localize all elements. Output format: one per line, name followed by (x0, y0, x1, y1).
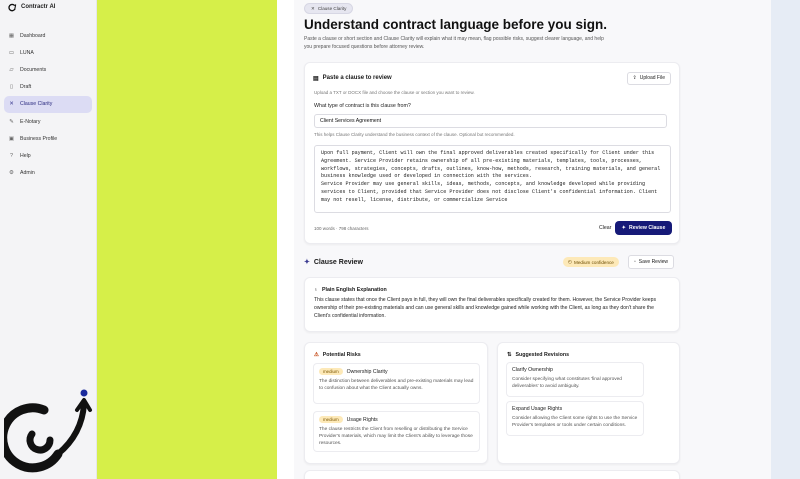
brand[interactable]: Contractr AI (0, 0, 96, 14)
sidebar-item-documents[interactable]: ▱ Documents (4, 61, 92, 78)
briefcase-icon: ▣ (8, 135, 15, 142)
revision-item: Expand Usage Rights Consider allowing th… (506, 401, 644, 436)
decorative-panel (97, 0, 277, 479)
upload-hint: Upload a TXT or DOCX file and choose the… (314, 90, 475, 95)
sidebar-item-luna[interactable]: ▭ LUNA (4, 44, 92, 61)
save-icon: ▫ (634, 259, 636, 265)
sidebar-item-clause-clarity[interactable]: ✕ Clause Clarity (4, 95, 92, 113)
main-content: ✕ Clause Clarity Understand contract lan… (294, 0, 771, 479)
revision-description: Consider specifying what constitutes 'fi… (512, 377, 622, 389)
explanation-card: ♁ Plain English Explanation This clause … (304, 277, 680, 332)
risks-title-text: Potential Risks (322, 352, 361, 358)
decorative-gap (277, 0, 294, 479)
sparkle-icon: ✕ (9, 101, 14, 108)
clock-icon: ◴ (568, 259, 573, 264)
potential-risks-card: ⚠ Potential Risks medium Ownership Clari… (304, 342, 488, 464)
help-icon: ? (9, 152, 14, 159)
grid-icon: ▦ (8, 32, 15, 39)
document-icon: ▤ (313, 75, 319, 82)
lightbulb-icon: ♁ (314, 287, 318, 293)
save-review-label: Save Review (638, 259, 668, 265)
risk-level-badge: medium (319, 368, 343, 375)
clause-review-title-text: Clause Review (313, 258, 363, 266)
review-clause-button[interactable]: ✦ Review Clause (615, 221, 672, 235)
risk-title: Usage Rights (346, 416, 378, 423)
sidebar-item-label: Help (20, 152, 31, 159)
refresh-icon: ⇅ (507, 352, 512, 358)
contract-type-hint: This helps Clause Clarity understand the… (314, 132, 515, 137)
upload-file-label: Upload File (639, 75, 665, 81)
paste-clause-card: ▤ Paste a clause to review ⇪ Upload File… (304, 62, 680, 244)
revision-title: Clarify Ownership (512, 367, 553, 373)
sidebar-item-label: Business Profile (20, 135, 58, 142)
revision-item: Clarify Ownership Consider specifying wh… (506, 362, 644, 397)
brand-name: Contractr AI (21, 4, 56, 10)
suggested-revisions-card: ⇅ Suggested Revisions Clarify Ownership … (497, 342, 680, 464)
brand-logo-large-icon (4, 389, 92, 473)
sparkle-icon: ✦ (304, 259, 310, 266)
brand-logo-icon (8, 3, 17, 11)
warning-icon: ⚠ (314, 352, 319, 358)
explanation-title-text: Plain English Explanation (321, 287, 387, 293)
revisions-title: ⇅ Suggested Revisions (498, 343, 679, 358)
sidebar-item-help[interactable]: ? Help (4, 147, 92, 164)
risk-item: medium Ownership Clarity The distinction… (313, 363, 480, 404)
sparkle-icon: ✕ (311, 5, 315, 11)
sidebar-item-admin[interactable]: ⚙ Admin (4, 165, 92, 182)
pen-icon: ✎ (9, 118, 14, 125)
sidebar-item-business-profile[interactable]: ▣ Business Profile (4, 130, 92, 147)
risks-title: ⚠ Potential Risks (305, 343, 487, 358)
sidebar-item-label: Draft (20, 84, 32, 91)
sidebar: Contractr AI ▦ Dashboard ▭ LUNA ▱ Docume… (0, 0, 97, 479)
risk-level-badge: medium (319, 416, 343, 423)
page-pill-label: Clause Clarity (317, 6, 347, 11)
revisions-title-text: Suggested Revisions (515, 352, 570, 358)
page-description: Paste a clause or short section and Clau… (304, 36, 604, 50)
sidebar-nav: ▦ Dashboard ▭ LUNA ▱ Documents ▯ Draft ✕… (0, 27, 96, 182)
sidebar-item-label: Dashboard (20, 32, 46, 39)
folder-icon: ▱ (9, 66, 14, 73)
upload-icon: ⇪ (632, 75, 637, 81)
contract-type-input[interactable]: Client Services Agreement (314, 114, 667, 128)
confidence-badge: ◴ Medium confidence (563, 257, 619, 267)
sidebar-item-label: Admin (20, 170, 35, 177)
chat-icon: ▭ (8, 49, 15, 56)
risk-description: The clause restricts the Client from res… (319, 427, 473, 446)
clear-button[interactable]: Clear (599, 225, 611, 231)
sidebar-item-label: Clause Clarity (20, 101, 53, 108)
risk-title: Ownership Clarity (346, 368, 388, 375)
file-icon: ▯ (9, 84, 14, 91)
revision-description: Consider allowing the Client some rights… (512, 416, 638, 428)
risk-description: The distinction between deliverables and… (319, 379, 474, 391)
paste-clause-title: ▤ Paste a clause to review (313, 75, 392, 82)
revision-title: Expand Usage Rights (512, 406, 563, 412)
review-clause-label: Review Clause (629, 225, 666, 231)
confidence-label: Medium confidence (574, 259, 614, 265)
sidebar-item-e-notary[interactable]: ✎ E-Notary (4, 113, 92, 130)
explanation-title: ♁ Plain English Explanation (305, 278, 679, 293)
sidebar-item-label: Documents (20, 66, 47, 73)
sidebar-item-draft[interactable]: ▯ Draft (4, 79, 92, 96)
paste-clause-title-text: Paste a clause to review (322, 75, 392, 81)
save-review-button[interactable]: ▫ Save Review (628, 255, 674, 269)
contract-type-label: What type of contract is this clause fro… (314, 103, 411, 109)
clause-textarea[interactable]: Upon full payment, Client will own the f… (314, 145, 671, 213)
sparkle-icon: ✦ (621, 225, 626, 231)
clause-review-title: ✦ Clause Review (304, 258, 363, 267)
word-character-count: 100 words · 798 characters (314, 226, 369, 231)
settings-icon: ⚙ (9, 170, 14, 177)
sidebar-item-label: E-Notary (20, 118, 41, 125)
risk-item: medium Usage Rights The clause restricts… (313, 411, 480, 452)
page-pill: ✕ Clause Clarity (304, 3, 354, 14)
upload-file-button[interactable]: ⇪ Upload File (626, 71, 671, 85)
sidebar-item-label: LUNA (20, 49, 34, 56)
right-panel (771, 0, 800, 479)
explanation-text: This clause states that once the Client … (314, 297, 657, 319)
next-section-card (304, 470, 680, 479)
sidebar-item-dashboard[interactable]: ▦ Dashboard (4, 27, 92, 44)
page-title: Understand contract language before you … (304, 17, 608, 32)
